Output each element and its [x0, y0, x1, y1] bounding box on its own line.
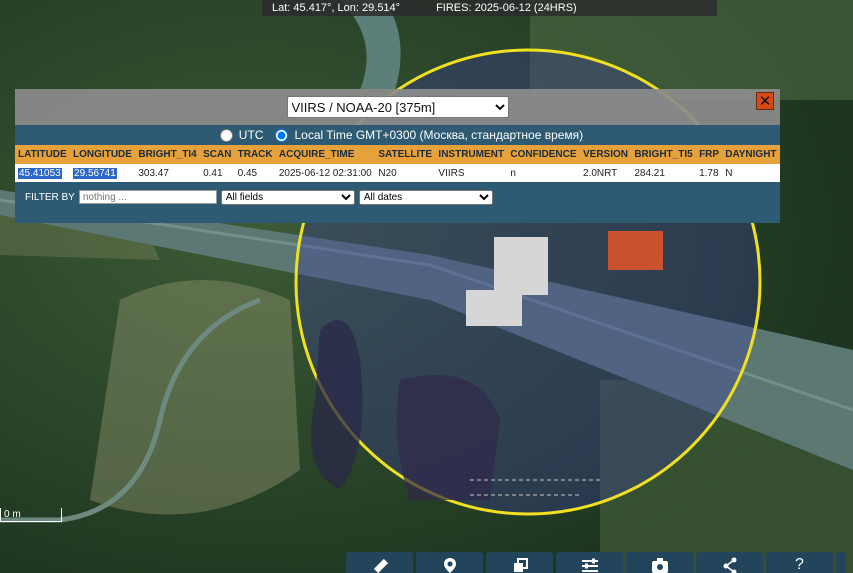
column-header[interactable]: SATELLITE — [375, 145, 436, 164]
table-cell: VIIRS — [435, 164, 508, 182]
help-icon: ? — [795, 556, 804, 573]
camera-icon — [651, 558, 668, 573]
column-header[interactable]: FRP — [696, 145, 723, 164]
share-icon — [723, 557, 736, 573]
column-header[interactable]: LONGITUDE — [70, 145, 136, 164]
scale-label: 0 m — [4, 509, 21, 520]
close-button[interactable]: ✕ — [756, 92, 774, 110]
sliders-icon — [581, 558, 598, 572]
column-header[interactable]: VERSION — [580, 145, 632, 164]
bottom-toolbar: ? — [346, 552, 846, 573]
table-cell: 2025-06-12 02:31:00 — [275, 164, 376, 182]
column-header[interactable]: LATITUDE — [15, 145, 71, 164]
fire-info-dialog: VIIRS / NOAA-20 [375m] ✕ UTC Local Time … — [15, 89, 780, 223]
table-header-row: LATITUDE LONGITUDE BRIGHT_TI4 SCAN TRACK… — [15, 145, 780, 164]
table-cell: 303.47 — [135, 164, 201, 182]
more-button[interactable] — [836, 552, 846, 573]
snapshot-button[interactable] — [626, 552, 693, 573]
column-header[interactable]: BRIGHT_TI4 — [135, 145, 201, 164]
layers-icon — [513, 558, 528, 572]
table-cell: 0.45 — [234, 164, 276, 182]
column-header[interactable]: CONFIDENCE — [507, 145, 580, 164]
column-header[interactable]: ACQUIRE_TIME — [275, 145, 376, 164]
local-time-radio[interactable] — [275, 128, 289, 142]
fields-select[interactable]: All fields — [220, 189, 355, 205]
cursor-coordinates: Lat: 45.417°, Lon: 29.514° — [272, 2, 401, 14]
filter-input[interactable] — [78, 190, 217, 204]
filter-bar: FILTER BY All fields All dates — [15, 186, 780, 208]
table-cell: 0.41 — [200, 164, 235, 182]
table-cell: 1.78 — [696, 164, 723, 182]
table-cell: 284.21 — [631, 164, 697, 182]
utc-radio[interactable] — [219, 128, 233, 142]
column-header[interactable]: DAYNIGHT — [722, 145, 780, 164]
column-header[interactable]: SCAN — [200, 145, 235, 164]
layers-button[interactable] — [486, 552, 553, 573]
settings-button[interactable] — [556, 552, 623, 573]
table-row[interactable]: 45.41053 29.56741 303.47 0.41 0.45 2025-… — [15, 164, 780, 182]
table-cell: n — [507, 164, 580, 182]
share-button[interactable] — [696, 552, 763, 573]
location-button[interactable] — [416, 552, 483, 573]
column-header[interactable]: TRACK — [234, 145, 276, 164]
table-cell: N20 — [375, 164, 436, 182]
fires-date: FIRES: 2025-06-12 (24HRS) — [436, 2, 577, 14]
map-imagery — [0, 0, 853, 573]
close-icon: ✕ — [758, 93, 772, 110]
table-cell: 2.0NRT — [580, 164, 632, 182]
local-time-label: Local Time GMT+0300 (Москва, стандартное… — [294, 128, 584, 142]
utc-label: UTC — [238, 128, 264, 142]
filter-label: FILTER BY — [25, 191, 75, 203]
dialog-header: VIIRS / NOAA-20 [375m] ✕ — [15, 89, 780, 125]
column-header[interactable]: BRIGHT_TI5 — [631, 145, 697, 164]
status-bar: Lat: 45.417°, Lon: 29.514° FIRES: 2025-0… — [262, 0, 717, 16]
dialog-body: UTC Local Time GMT+0300 (Москва, стандар… — [15, 125, 780, 223]
help-button[interactable]: ? — [766, 552, 833, 573]
timezone-toggle: UTC Local Time GMT+0300 (Москва, стандар… — [15, 125, 780, 145]
dates-select[interactable]: All dates — [358, 189, 493, 205]
column-header[interactable]: INSTRUMENT — [435, 145, 508, 164]
table-cell: N — [722, 164, 780, 182]
fire-data-table: LATITUDE LONGITUDE BRIGHT_TI4 SCAN TRACK… — [15, 145, 780, 182]
product-select[interactable]: VIIRS / NOAA-20 [375m] — [286, 96, 509, 118]
ruler-icon — [373, 558, 388, 573]
table-cell: 45.41053 — [15, 164, 71, 182]
table-cell: 29.56741 — [70, 164, 136, 182]
scale-bar: 0 m — [0, 508, 62, 522]
selected-text: 29.56741 — [73, 167, 117, 179]
satellite-map[interactable] — [0, 0, 853, 573]
measure-button[interactable] — [346, 552, 413, 573]
fire-pixel — [608, 231, 663, 270]
selected-text: 45.41053 — [18, 167, 62, 179]
location-pin-icon — [443, 558, 456, 573]
